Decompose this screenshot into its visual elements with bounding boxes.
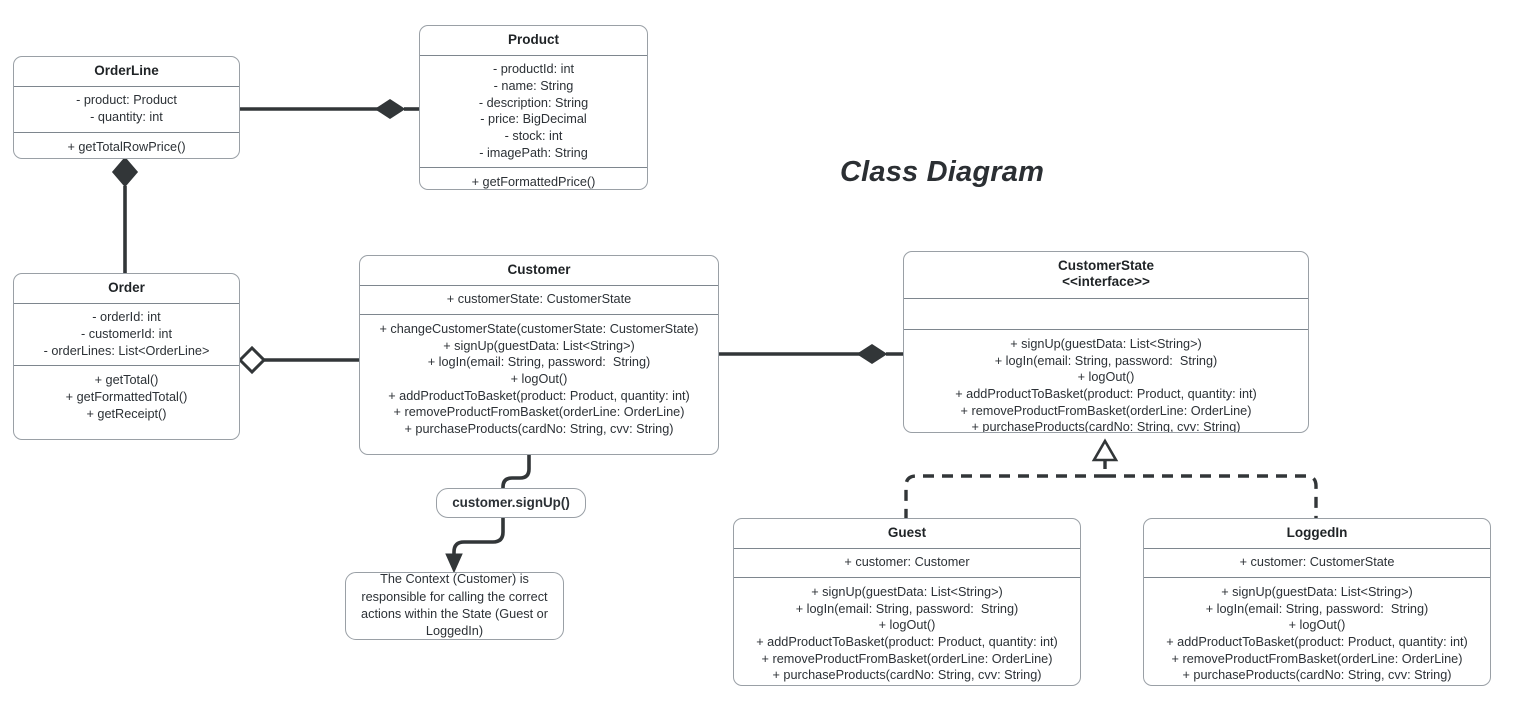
operation-row: + getTotalRowPrice() <box>67 139 186 154</box>
attribute-row: - orderLines: List<OrderLine> <box>43 343 210 358</box>
class-box-guest[interactable]: Guest + customer: Customer + signUp(gues… <box>733 518 1081 686</box>
annotation-note: The Context (Customer) is responsible fo… <box>345 572 564 640</box>
class-operations-orderline: + getTotalRowPrice() <box>14 133 239 158</box>
class-attributes-customerstate <box>904 299 1308 330</box>
class-name-loggedin: LoggedIn <box>1144 519 1490 550</box>
operation-row: + purchaseProducts(cardNo: String, cvv: … <box>1182 668 1452 683</box>
attribute-row: - description: String <box>478 95 589 110</box>
class-operations-loggedin: + signUp(guestData: List<String>) + logI… <box>1144 578 1490 685</box>
attribute-row: - quantity: int <box>90 110 163 125</box>
attribute-row: - productId: int <box>492 62 575 77</box>
operation-row: + getFormattedTotal() <box>65 390 188 405</box>
class-name-order: Order <box>14 274 239 305</box>
class-box-order[interactable]: Order - orderId: int - customerId: int -… <box>13 273 240 440</box>
attribute-row: - customerId: int <box>81 327 172 342</box>
class-box-customer[interactable]: Customer + customerState: CustomerState … <box>359 255 719 455</box>
attribute-row: + customerState: CustomerState <box>446 292 632 307</box>
operation-row: + purchaseProducts(cardNo: String, cvv: … <box>971 420 1241 433</box>
operation-row: + addProductToBasket(product: Product, q… <box>388 388 690 403</box>
attribute-row: - imagePath: String <box>479 145 588 160</box>
class-stereotype: <<interface>> <box>1062 274 1150 290</box>
operation-row: + signUp(guestData: List<String>) <box>811 585 1003 600</box>
annotation-call-label: customer.signUp() <box>436 488 586 518</box>
aggregation-diamond-order <box>237 345 267 375</box>
class-operations-customer: + changeCustomerState(customerState: Cus… <box>360 315 718 454</box>
class-name-customer: Customer <box>360 256 718 287</box>
class-box-product[interactable]: Product - productId: int - name: String … <box>419 25 648 190</box>
operation-row: + removeProductFromBasket(orderLine: Ord… <box>1171 651 1463 666</box>
operation-row: + getTotal() <box>94 373 159 388</box>
operation-row: + signUp(guestData: List<String>) <box>443 338 635 353</box>
diagram-title: Class Diagram <box>840 156 1045 188</box>
operation-row: + getFormattedPrice() <box>471 175 596 190</box>
attribute-row: - name: String <box>493 79 574 94</box>
composition-diamond-customerstate <box>856 344 888 364</box>
edge-customer-customerstate <box>719 344 903 364</box>
class-attributes-customer: + customerState: CustomerState <box>360 286 718 316</box>
class-attributes-order: - orderId: int - customerId: int - order… <box>14 304 239 367</box>
attribute-row: + customer: CustomerState <box>1239 555 1395 570</box>
operation-row: + signUp(guestData: List<String>) <box>1221 585 1413 600</box>
edge-customer-signup-label <box>501 453 531 493</box>
class-box-loggedin[interactable]: LoggedIn + customer: CustomerState + sig… <box>1143 518 1491 686</box>
operation-row: + removeProductFromBasket(orderLine: Ord… <box>960 403 1252 418</box>
call-curve-top <box>501 453 531 493</box>
class-attributes-guest: + customer: Customer <box>734 549 1080 579</box>
composition-diamond-product <box>374 99 406 119</box>
class-attributes-loggedin: + customer: CustomerState <box>1144 549 1490 579</box>
operation-row: + logIn(email: String, password: String) <box>994 353 1218 368</box>
class-attributes-product: - productId: int - name: String - descri… <box>420 56 647 169</box>
class-attributes-orderline: - product: Product - quantity: int <box>14 87 239 133</box>
class-name-orderline: OrderLine <box>14 57 239 88</box>
realization-branch-guest <box>904 474 1105 518</box>
note-arrowhead <box>445 553 463 574</box>
class-diagram-canvas: Class Diagram OrderLine - product: Produ… <box>0 0 1518 712</box>
edge-order-customer <box>237 345 359 375</box>
class-operations-product: + getFormattedPrice() <box>420 168 647 190</box>
edge-orderline-product <box>240 99 419 119</box>
edge-signup-label-note <box>445 514 505 574</box>
attribute-row: - orderId: int <box>92 310 161 325</box>
operation-row: + purchaseProducts(cardNo: String, cvv: … <box>404 421 674 436</box>
class-box-customerstate[interactable]: CustomerState <<interface>> + signUp(gue… <box>903 251 1309 433</box>
attribute-row: - product: Product <box>76 93 177 108</box>
edge-realization-customerstate <box>904 438 1318 518</box>
class-name-customerstate: CustomerState <<interface>> <box>904 252 1308 299</box>
attribute-row: - stock: int <box>504 129 563 144</box>
class-name-guest: Guest <box>734 519 1080 550</box>
operation-row: + removeProductFromBasket(orderLine: Ord… <box>393 405 685 420</box>
operation-row: + signUp(guestData: List<String>) <box>1010 336 1202 351</box>
operation-row: + logIn(email: String, password: String) <box>427 355 651 370</box>
operation-row: + changeCustomerState(customerState: Cus… <box>379 322 699 337</box>
operation-row: + addProductToBasket(product: Product, q… <box>756 635 1058 650</box>
edge-order-orderline <box>111 156 139 273</box>
operation-row: + logOut() <box>1288 618 1346 633</box>
operation-row: + logIn(email: String, password: String) <box>795 601 1019 616</box>
class-name-product: Product <box>420 26 647 57</box>
class-name-text: CustomerState <box>1057 258 1155 273</box>
class-operations-guest: + signUp(guestData: List<String>) + logI… <box>734 578 1080 685</box>
operation-row: + purchaseProducts(cardNo: String, cvv: … <box>772 668 1042 683</box>
operation-row: + removeProductFromBasket(orderLine: Ord… <box>761 651 1053 666</box>
realization-branch-loggedin <box>1105 474 1318 518</box>
realization-triangle <box>1091 438 1119 462</box>
operation-row: + logOut() <box>510 372 568 387</box>
operation-row: + logOut() <box>878 618 936 633</box>
operation-row: + logIn(email: String, password: String) <box>1205 601 1429 616</box>
attribute-row: - price: BigDecimal <box>480 112 587 127</box>
operation-row: + addProductToBasket(product: Product, q… <box>955 386 1257 401</box>
class-operations-order: + getTotal() + getFormattedTotal() + get… <box>14 366 239 439</box>
operation-row: + getReceipt() <box>86 406 167 421</box>
class-operations-customerstate: + signUp(guestData: List<String>) + logI… <box>904 330 1308 433</box>
operation-row: + logOut() <box>1077 370 1135 385</box>
class-box-orderline[interactable]: OrderLine - product: Product - quantity:… <box>13 56 240 159</box>
call-curve-bottom <box>452 514 505 561</box>
attribute-row: + customer: Customer <box>844 555 970 570</box>
composition-diamond-orderline <box>111 156 139 188</box>
operation-row: + addProductToBasket(product: Product, q… <box>1166 635 1468 650</box>
